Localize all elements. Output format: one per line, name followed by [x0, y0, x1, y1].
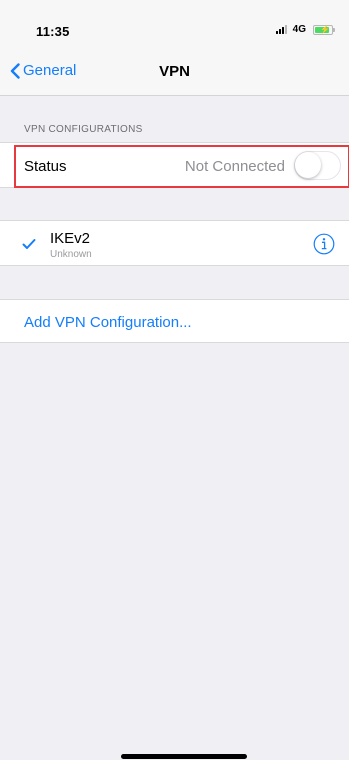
navigation-bar: General VPN	[0, 44, 349, 96]
add-vpn-configuration-label: Add VPN Configuration...	[24, 314, 192, 331]
battery-charging-icon: ⚡	[313, 24, 335, 35]
page-title: VPN	[159, 63, 190, 80]
toggle-knob	[295, 152, 321, 178]
vpn-connect-toggle[interactable]	[294, 151, 341, 180]
status-indicators: 4G ⚡	[275, 24, 335, 35]
status-bar: 11:35 4G ⚡	[0, 0, 349, 44]
status-label: Status	[24, 158, 67, 175]
vpn-status-row: Status Not Connected	[0, 142, 349, 188]
network-type: 4G	[292, 24, 306, 35]
status-time: 11:35	[36, 24, 70, 39]
add-vpn-configuration-button[interactable]: Add VPN Configuration...	[0, 299, 349, 343]
info-icon[interactable]	[313, 233, 335, 255]
vpn-config-row[interactable]: IKEv2 Unknown	[0, 220, 349, 266]
vpn-config-name: IKEv2	[50, 230, 91, 247]
vpn-config-subtitle: Unknown	[50, 249, 92, 260]
status-value: Not Connected	[184, 158, 285, 175]
signal-bars-icon	[275, 25, 287, 34]
vpn-settings-screen: 11:35 4G ⚡ General VPN VPN CONFIGURATION…	[0, 0, 349, 760]
home-indicator[interactable]	[121, 754, 247, 759]
section-header: VPN CONFIGURATIONS	[24, 124, 143, 135]
checkmark-icon	[22, 239, 36, 249]
